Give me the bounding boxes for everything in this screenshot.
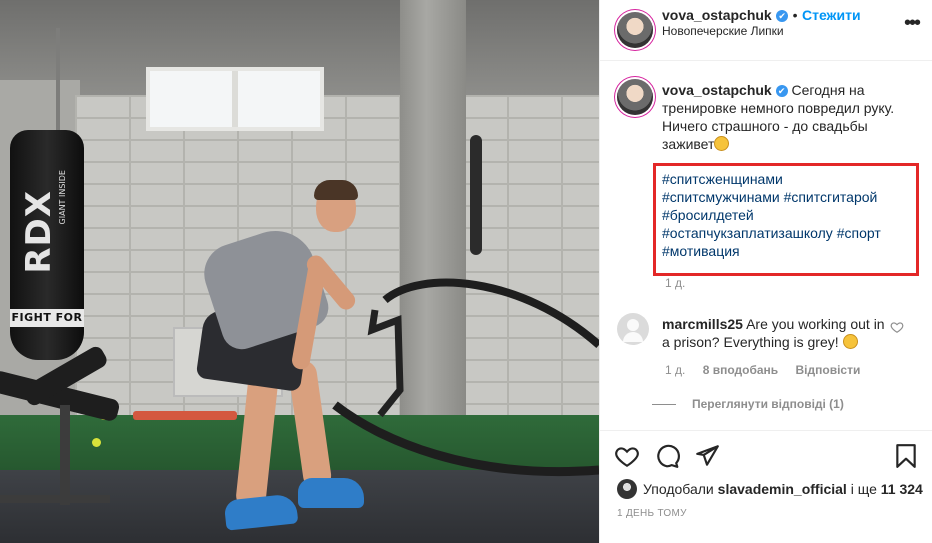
action-bar: [600, 430, 932, 478]
author-avatar[interactable]: [617, 12, 653, 48]
follow-button[interactable]: Стежити: [802, 7, 861, 23]
post-sidebar: vova_ostapchuk ✔ • Стежити Новопечерские…: [599, 0, 932, 543]
battle-ropes: [332, 278, 599, 477]
rope-handle: [367, 309, 404, 418]
view-replies-button[interactable]: Переглянути відповіді (1): [692, 397, 844, 411]
likes-summary: Уподобали slavademin_official і ще 11 32…: [617, 478, 927, 500]
verified-badge-icon: ✔: [776, 10, 789, 22]
likes-count[interactable]: 11 324: [881, 481, 923, 497]
comment: marcmills25 Are you working out in a pri…: [662, 315, 892, 351]
liker-avatar[interactable]: [617, 479, 637, 499]
caption-username[interactable]: vova_ostapchuk: [662, 82, 772, 98]
instagram-post: RDX FIGHT FOR GIANT INSIDE vova_ostapchu…: [0, 0, 932, 543]
comment-likes[interactable]: 8 вподобань: [703, 363, 778, 377]
liker-username[interactable]: slavademin_official: [718, 481, 847, 497]
post-photo[interactable]: RDX FIGHT FOR GIANT INSIDE: [0, 0, 599, 543]
rope-upper: [382, 278, 599, 348]
post-header: vova_ostapchuk ✔ • Стежити Новопечерские…: [600, 0, 932, 61]
highlight-box: [653, 163, 919, 276]
like-heart-icon[interactable]: [614, 443, 640, 469]
likes-middle: і ще: [850, 481, 877, 497]
verified-badge-icon: ✔: [775, 85, 788, 97]
smile-emoji-icon: [714, 136, 730, 151]
caption-avatar[interactable]: [617, 79, 653, 115]
post-date[interactable]: 1 ДЕНЬ ТОМУ: [617, 508, 687, 519]
reply-button[interactable]: Відповісти: [796, 363, 861, 377]
bookmark-icon[interactable]: [893, 443, 919, 469]
grimace-emoji-icon: [842, 334, 858, 349]
commenter-avatar[interactable]: [617, 313, 649, 345]
author-username[interactable]: vova_ostapchuk: [662, 7, 772, 23]
comment-heart-icon[interactable]: [890, 320, 904, 334]
separator-dot: •: [792, 7, 798, 23]
commenter-username[interactable]: marcmills25: [662, 316, 743, 332]
caption-time[interactable]: 1 д.: [665, 276, 685, 290]
comment-bubble-icon[interactable]: [654, 443, 680, 469]
comment-meta: 1 д. 8 вподобань Відповісти: [665, 363, 874, 377]
caption: vova_ostapchuk ✔ Сегодня на тренировке н…: [662, 81, 912, 153]
location-link[interactable]: Новопечерские Липки: [662, 24, 784, 38]
more-options-icon[interactable]: •••: [904, 12, 921, 35]
comment-time[interactable]: 1 д.: [665, 363, 685, 377]
likes-prefix: Уподобали: [643, 481, 714, 497]
header-line: vova_ostapchuk ✔ • Стежити: [662, 7, 861, 25]
share-plane-icon[interactable]: [694, 443, 720, 469]
rope-lower: [332, 401, 599, 477]
